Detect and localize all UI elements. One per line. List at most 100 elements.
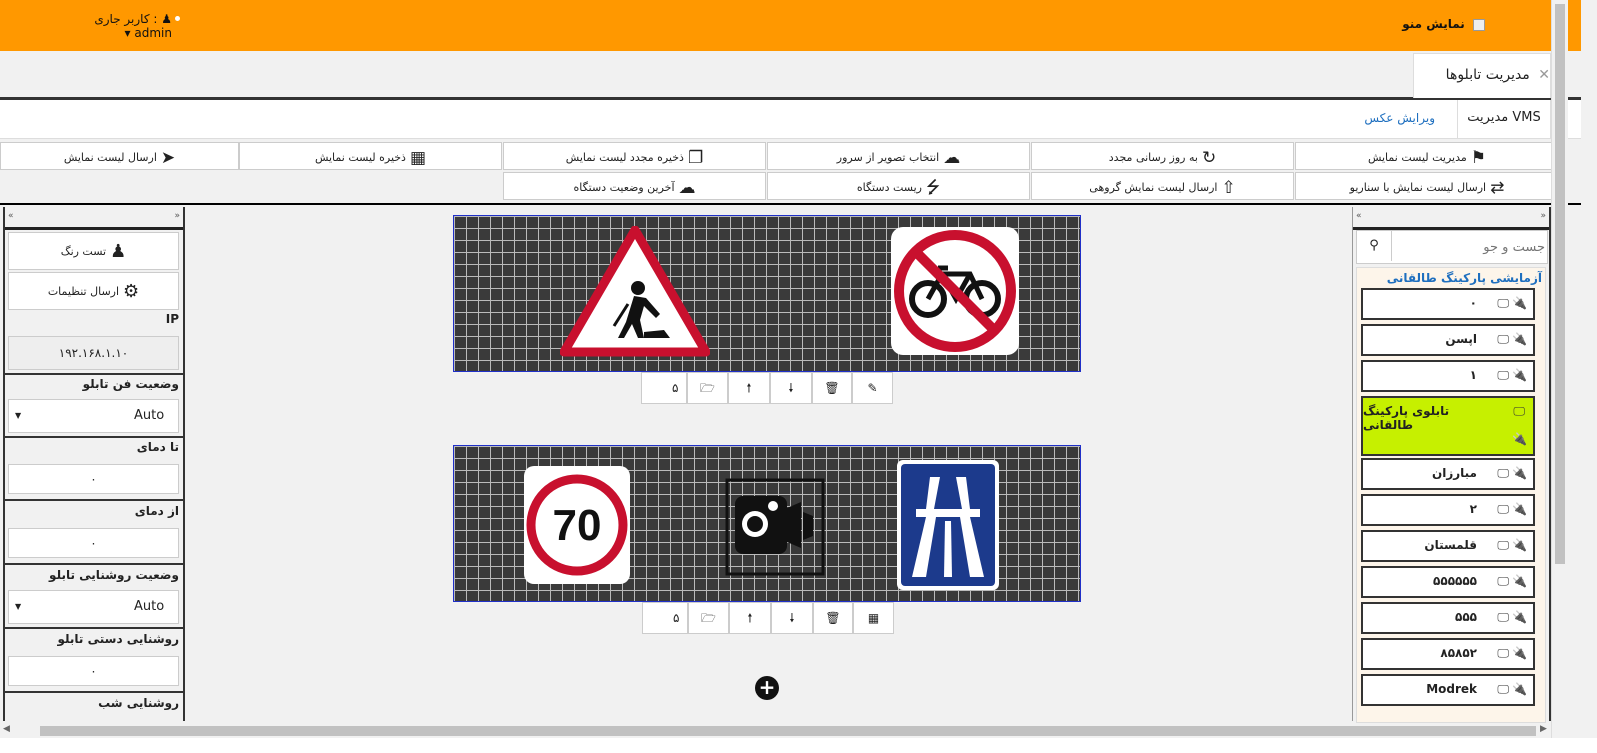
tab-vms-management[interactable]: مدیریت VMS	[1457, 100, 1551, 138]
save-button[interactable]: ▦	[853, 602, 894, 634]
color-test-label: تست رنگ	[60, 245, 107, 258]
duration-field[interactable]: ۵	[641, 372, 687, 404]
cloud-download-icon: ☁	[678, 178, 696, 198]
copy-icon: ❐	[687, 148, 704, 168]
brightness-status-select[interactable]: Auto ▼	[8, 590, 179, 624]
show-menu-checkbox[interactable]	[1473, 18, 1485, 31]
manual-brightness-label: روشنایی دستی تابلو	[57, 632, 179, 646]
manual-brightness-field[interactable]: ۰	[8, 656, 179, 686]
playlist-item-canvas[interactable]: 70	[453, 445, 1081, 602]
move-up-button[interactable]: 🠕	[728, 372, 770, 404]
horizontal-scrollbar-thumb[interactable]	[40, 726, 1536, 736]
send-playlist-with-scenario-button[interactable]: ارسال لیست نمایش با سناریو ⇄	[1295, 172, 1559, 200]
tab-board-management[interactable]: مدیریت تابلوها ✕	[1413, 53, 1551, 98]
move-down-button[interactable]: 🠗	[771, 602, 813, 634]
collapse-right-icon[interactable]: »	[174, 211, 180, 221]
show-menu-toggle[interactable]: نمایش منو	[1402, 17, 1485, 31]
horizontal-scrollbar[interactable]: ◀ ▶	[0, 724, 1551, 738]
device-item[interactable]: مبارزان 🖵 🔌	[1361, 458, 1535, 490]
manage-playlist-button[interactable]: مدیریت لیست نمایش ⚑	[1295, 142, 1559, 170]
device-item[interactable]: ۲ 🖵 🔌	[1361, 494, 1535, 526]
from-temp-field[interactable]: ۰	[8, 528, 179, 558]
last-status-label: آخرین وضعیت دستگاه	[573, 181, 675, 194]
tab-board-management-label: مدیریت تابلوها	[1445, 67, 1530, 83]
device-item[interactable]: ۵۵۵ 🖵 🔌	[1361, 602, 1535, 634]
send-playlist-button[interactable]: ارسال لیست نمایش ➤	[0, 142, 239, 170]
fan-status-label: وضعیت فن تابلو	[82, 377, 179, 391]
device-item[interactable]: اپسن 🖵 🔌	[1361, 324, 1535, 356]
send-group-playlist-button[interactable]: ارسال لیست نمایش گروهی ⇧	[1031, 172, 1294, 200]
tab-edit-photo[interactable]: ویرایش عکس	[1364, 100, 1435, 138]
fan-status-select[interactable]: Auto ▼	[8, 399, 179, 433]
device-item[interactable]: ۵۵۵۵۵۵ 🖵 🔌	[1361, 566, 1535, 598]
collapse-left-icon[interactable]: «	[8, 211, 14, 221]
duration-field[interactable]: ۵	[642, 602, 688, 634]
playlist-item-canvas[interactable]	[453, 215, 1081, 372]
search-input[interactable]	[1393, 231, 1547, 263]
collapse-left-icon[interactable]: «	[1356, 211, 1362, 221]
monitor-icon: 🖵	[1497, 610, 1509, 624]
device-name: مبارزان	[1431, 466, 1477, 480]
speed-limit-70-sign: 70	[524, 466, 630, 584]
color-test-button[interactable]: تست رنگ ♟	[8, 232, 179, 270]
plug-disconnected-icon: 🔌	[1512, 368, 1527, 382]
plug-disconnected-icon: 🔌	[1512, 332, 1527, 346]
device-name: ۰	[1469, 296, 1477, 310]
to-temp-field[interactable]: ۰	[8, 464, 179, 494]
speed-limit-text: 70	[553, 501, 602, 550]
select-image-label: انتخاب تصویر از سرور	[836, 151, 940, 164]
plug-connected-icon: 🔌	[1512, 574, 1527, 588]
device-item[interactable]: تابلوی پارکینگ طالقانی 🖵 🔌	[1361, 396, 1535, 456]
send-group-label: ارسال لیست نمایش گروهی	[1089, 181, 1218, 194]
divider	[5, 627, 183, 629]
edit-button[interactable]: ✎	[852, 372, 893, 404]
manage-playlist-label: مدیریت لیست نمایش	[1367, 151, 1467, 164]
device-group-title[interactable]: آزمایشی پارکینگ طالقانی	[1387, 271, 1542, 285]
refresh-label: به روز رسانی مجدد	[1108, 151, 1198, 164]
device-name: تابلوی پارکینگ طالقانی	[1363, 404, 1450, 432]
refresh-button[interactable]: به روز رسانی مجدد ↻	[1031, 142, 1294, 170]
monitor-icon: 🖵	[1513, 404, 1525, 418]
add-item-button[interactable]: +	[755, 676, 779, 700]
vertical-scrollbar[interactable]	[1551, 0, 1568, 738]
device-item[interactable]: Modrek 🖵 🔌	[1361, 674, 1535, 706]
delete-button[interactable]: 🗑	[812, 372, 852, 404]
last-device-status-button[interactable]: آخرین وضعیت دستگاه ☁	[503, 172, 766, 200]
reset-device-button[interactable]: ریست دستگاه ⭍	[767, 172, 1030, 200]
scroll-left-icon[interactable]: ◀	[3, 724, 10, 734]
open-folder-button[interactable]: 🗁	[688, 602, 729, 634]
device-item[interactable]: ۰ 🖵 🔌	[1361, 288, 1535, 320]
dropdown-arrow-icon: ▼	[15, 602, 22, 611]
device-name: ۵۵۵	[1455, 610, 1477, 624]
send-playlist-label: ارسال لیست نمایش	[63, 151, 157, 164]
send-settings-button[interactable]: ارسال تنظیمات ⚙	[8, 272, 179, 310]
select-image-from-server-button[interactable]: انتخاب تصویر از سرور ☁	[767, 142, 1030, 170]
device-item[interactable]: قلمستان 🖵 🔌	[1361, 530, 1535, 562]
monitor-icon: 🖵	[1497, 296, 1509, 310]
close-icon[interactable]: ✕	[1538, 67, 1550, 83]
delete-button[interactable]: 🗑	[813, 602, 853, 634]
user-dropdown[interactable]: ▾ admin	[82, 26, 172, 40]
move-down-button[interactable]: 🠗	[770, 372, 812, 404]
resave-playlist-label: ذخیره مجدد لیست نمایش	[565, 151, 684, 164]
ip-field[interactable]: ۱۹۲.۱۶۸.۱.۱۰	[8, 336, 179, 370]
save-icon: ▦	[409, 148, 427, 168]
collapse-right-icon[interactable]: »	[1540, 211, 1546, 221]
device-name: ۸۵۸۵۲	[1440, 646, 1477, 660]
device-item[interactable]: ۸۵۸۵۲ 🖵 🔌	[1361, 638, 1535, 670]
open-folder-button[interactable]: 🗁	[687, 372, 728, 404]
monitor-icon: 🖵	[1497, 538, 1509, 552]
resave-playlist-button[interactable]: ذخیره مجدد لیست نمایش ❐	[503, 142, 766, 170]
monitor-icon: 🖵	[1497, 574, 1509, 588]
device-item[interactable]: ۱ 🖵 🔌	[1361, 360, 1535, 392]
save-icon: ▦	[867, 611, 880, 625]
plug-disconnected-icon: 🔌	[1512, 296, 1527, 310]
divider	[5, 691, 183, 693]
scroll-right-icon[interactable]: ▶	[1540, 724, 1547, 734]
move-up-button[interactable]: 🠕	[729, 602, 771, 634]
save-playlist-button[interactable]: ذخیره لیست نمایش ▦	[239, 142, 502, 170]
fan-status-value: Auto	[134, 408, 165, 423]
search-button[interactable]: ⚲	[1357, 231, 1392, 261]
vertical-scrollbar-thumb[interactable]	[1555, 4, 1565, 564]
show-menu-label: نمایش منو	[1402, 17, 1465, 31]
